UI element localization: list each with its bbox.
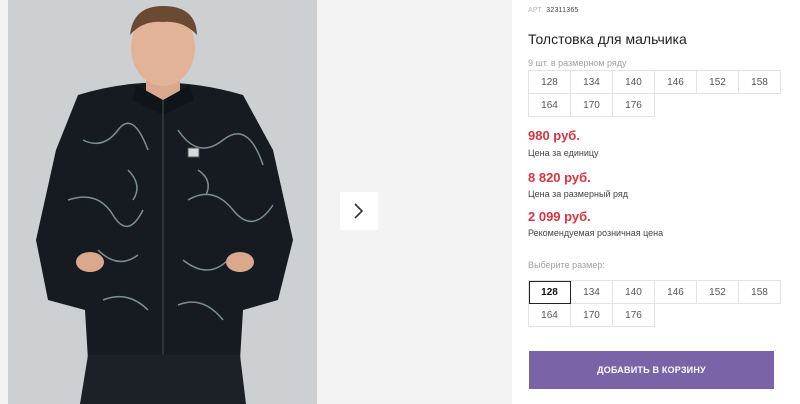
size-option-140[interactable]: 140 <box>613 281 655 304</box>
pack-size-cell: 164 <box>529 94 571 117</box>
size-option-146[interactable]: 146 <box>655 281 697 304</box>
article-number: АРТ. 32311365 <box>528 7 579 14</box>
next-image-button[interactable] <box>340 192 378 230</box>
product-details: АРТ. 32311365 Толстовка для мальчика 9 шт… <box>528 0 800 404</box>
pack-size-cell: 134 <box>571 71 613 94</box>
choose-size-label: Выберите размер: <box>528 260 605 270</box>
retail-price: 2 099 руб. <box>528 209 591 224</box>
article-value: 32311365 <box>546 7 579 14</box>
size-option-152[interactable]: 152 <box>697 281 739 304</box>
product-gallery <box>0 0 512 404</box>
size-option-158[interactable]: 158 <box>739 281 781 304</box>
product-title: Толстовка для мальчика <box>528 31 687 47</box>
pack-price-label: Цена за размерный ряд <box>528 189 629 199</box>
retail-price-label: Рекомендуемая розничная цена <box>528 228 664 238</box>
pack-size-cell: 170 <box>571 94 613 117</box>
size-option-128[interactable]: 128 <box>529 281 571 304</box>
add-to-cart-button[interactable]: ДОБАВИТЬ В КОРЗИНУ <box>529 351 774 389</box>
pack-size-cell: 128 <box>529 71 571 94</box>
pack-size-cell: 140 <box>613 71 655 94</box>
product-photo-image <box>8 0 317 404</box>
product-photo[interactable] <box>8 0 317 404</box>
pack-size-cell: 152 <box>697 71 739 94</box>
pack-size-cell: 176 <box>613 94 655 117</box>
size-option-164[interactable]: 164 <box>529 304 571 327</box>
size-option-170[interactable]: 170 <box>571 304 613 327</box>
pack-size-note: 9 шт. в размерном ряду <box>528 58 627 68</box>
pack-price: 8 820 руб. <box>528 170 591 185</box>
unit-price: 980 руб. <box>528 128 580 143</box>
pack-size-cell: 146 <box>655 71 697 94</box>
size-selector: 128 134 140 146 152 158 164 170 176 <box>528 280 781 327</box>
pack-size-grid: 128 134 140 146 152 158 164 170 176 <box>528 70 781 117</box>
size-option-134[interactable]: 134 <box>571 281 613 304</box>
article-label: АРТ. <box>528 7 544 14</box>
unit-price-label: Цена за единицу <box>528 148 599 158</box>
pack-size-cell: 158 <box>739 71 781 94</box>
chevron-right-icon <box>354 203 364 219</box>
size-option-176[interactable]: 176 <box>613 304 655 327</box>
